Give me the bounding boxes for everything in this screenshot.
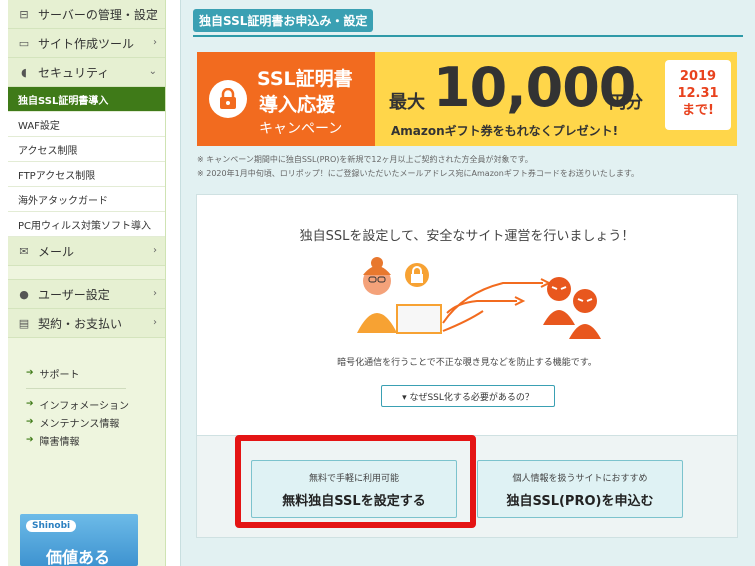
campaign-middle: 最大 10,000 円分 Amazonギフト券をもれなくプレゼント!	[375, 52, 659, 146]
sidebar-subitem-ftp-limit[interactable]: FTPアクセス制限	[8, 162, 165, 187]
free-ssl-label: 無料独自SSLを設定する	[282, 494, 426, 509]
banner-text: 価値ある	[46, 548, 111, 566]
chevron-right-icon: ›	[153, 288, 157, 299]
sidebar-link-support[interactable]: ➔ サポート	[8, 364, 165, 382]
campaign-line3: キャンペーン	[259, 121, 343, 137]
chevron-right-icon: ›	[153, 37, 157, 48]
sidebar-link-maintenance[interactable]: ➔ メンテナンス情報	[8, 413, 165, 431]
server-icon: ⊟	[19, 7, 29, 21]
sidebar-gap	[8, 266, 165, 280]
sidebar-item-label: セキュリティ	[38, 65, 110, 80]
sidebar-subitem-attack-guard[interactable]: 海外アタックガード	[8, 187, 165, 212]
sidebar-item-site-tools[interactable]: ▭ サイト作成ツール ›	[8, 29, 165, 58]
shinobi-logo: Shinobi	[26, 520, 77, 532]
sidebar-link-label: サポート	[39, 369, 80, 381]
arrow-right-icon: ➔	[26, 417, 34, 427]
page-title: 独自SSL証明書お申込み・設定	[193, 9, 374, 32]
mail-icon: ✉	[19, 244, 29, 258]
page-title-bar: 独自SSL証明書お申込み・設定	[193, 9, 743, 37]
campaign-amount: 10,000	[433, 56, 636, 119]
campaign-banner[interactable]: SSL証明書 導入応援 キャンペーン 最大 10,000 円分 Amazonギフ…	[197, 52, 737, 146]
campaign-left: SSL証明書 導入応援 キャンペーン	[197, 52, 375, 146]
panel-description: 暗号化通信を行うことで不正な覗き見などを防止する機能です。	[337, 358, 597, 368]
campaign-line1: SSL証明書	[257, 68, 353, 90]
free-ssl-subtext: 無料で手軽に利用可能	[308, 474, 399, 484]
sidebar-link-information[interactable]: ➔ インフォメーション	[8, 395, 165, 413]
chevron-right-icon: ›	[153, 245, 157, 256]
card-icon: ▤	[18, 316, 30, 330]
campaign-unit: 円分	[609, 93, 643, 113]
main-content: 独自SSL証明書お申込み・設定 SSL証明書 導入応援 キャンペーン 最大 10…	[180, 0, 755, 566]
sidebar-link-failure[interactable]: ➔ 障害情報	[8, 431, 165, 449]
campaign-note: ※ キャンペーン期間中に独自SSL(PRO)を新規で12ヶ月以上ご契約された方全…	[197, 155, 533, 164]
security-illustration-icon	[357, 257, 601, 339]
sidebar-subitem-access-limit[interactable]: アクセス制限	[8, 137, 165, 162]
lock-icon	[209, 80, 247, 118]
arrow-right-icon: ➔	[26, 368, 34, 378]
campaign-right: 2019 12.31 まで!	[659, 52, 737, 146]
free-ssl-button[interactable]: 無料で手軽に利用可能 無料独自SSLを設定する	[251, 460, 457, 518]
sidebar-item-contract[interactable]: ▤ 契約・お支払い ›	[8, 309, 165, 338]
sidebar-subitem-antivirus[interactable]: PC用ウィルス対策ソフト導入	[8, 212, 165, 237]
deadline-day: 12.31	[677, 86, 719, 101]
chevron-right-icon: ›	[153, 317, 157, 328]
sidebar-item-label: サイト作成ツール	[38, 36, 135, 51]
option-area: 無料で手軽に利用可能 無料独自SSLを設定する 個人情報を扱うサイトにおすすめ …	[197, 435, 737, 537]
campaign-prefix: 最大	[389, 92, 425, 113]
sidebar-subitem-waf[interactable]: WAF設定	[8, 112, 165, 137]
campaign-deadline: 2019 12.31 まで!	[665, 60, 731, 130]
deadline-year: 2019	[679, 69, 717, 84]
campaign-line2: 導入応援	[259, 94, 336, 116]
shield-icon: ◖	[21, 65, 27, 79]
sidebar: ⊟ サーバーの管理・設定 › ▭ サイト作成ツール › ◖ セキュリティ ⌄ 独…	[8, 0, 166, 566]
sidebar-item-label: メール	[38, 244, 75, 259]
why-ssl-toggle-button[interactable]: ▾ なぜSSL化する必要があるの？	[381, 385, 555, 407]
pro-ssl-subtext: 個人情報を扱うサイトにおすすめ	[512, 474, 648, 484]
sidebar-item-label: ユーザー設定	[38, 287, 110, 302]
sidebar-item-mail[interactable]: ✉ メール ›	[8, 237, 165, 266]
shinobi-banner[interactable]: Shinobi 価値ある	[20, 514, 138, 566]
sidebar-subitem-ssl[interactable]: 独自SSL証明書導入	[8, 87, 165, 112]
chevron-right-icon: ›	[153, 8, 157, 19]
pro-ssl-button[interactable]: 個人情報を扱うサイトにおすすめ 独自SSL(PRO)を申込む	[477, 460, 683, 518]
deadline-suffix: まで!	[682, 103, 714, 118]
sidebar-item-label: 契約・お支払い	[38, 316, 123, 331]
ssl-panel: 独自SSLを設定して、安全なサイト運営を行いましょう！ 暗号化通信を行うことで不…	[196, 194, 738, 538]
user-icon: ●	[19, 287, 29, 301]
sidebar-item-user-settings[interactable]: ● ユーザー設定 ›	[8, 280, 165, 309]
sidebar-item-security[interactable]: ◖ セキュリティ ⌄	[8, 58, 165, 87]
chevron-down-icon: ⌄	[148, 66, 157, 77]
campaign-note: ※ 2020年1月中旬頃、ロリポップ！にご登録いただいたメールアドレス宛にAma…	[197, 169, 640, 178]
sidebar-link-label: インフォメーション	[39, 400, 130, 412]
sidebar-item-label: サーバーの管理・設定	[38, 7, 158, 22]
sidebar-link-label: メンテナンス情報	[39, 418, 120, 430]
monitor-icon: ▭	[18, 36, 30, 50]
pro-ssl-label: 独自SSL(PRO)を申込む	[506, 494, 654, 509]
panel-heading: 独自SSLを設定して、安全なサイト運営を行いましょう！	[299, 229, 635, 244]
arrow-right-icon: ➔	[26, 399, 34, 409]
campaign-subtext: Amazonギフト券をもれなくプレゼント!	[391, 124, 619, 138]
sidebar-link-label: 障害情報	[39, 436, 80, 448]
divider	[26, 388, 126, 389]
sidebar-item-server-settings[interactable]: ⊟ サーバーの管理・設定 ›	[8, 0, 165, 29]
arrow-right-icon: ➔	[26, 435, 34, 445]
